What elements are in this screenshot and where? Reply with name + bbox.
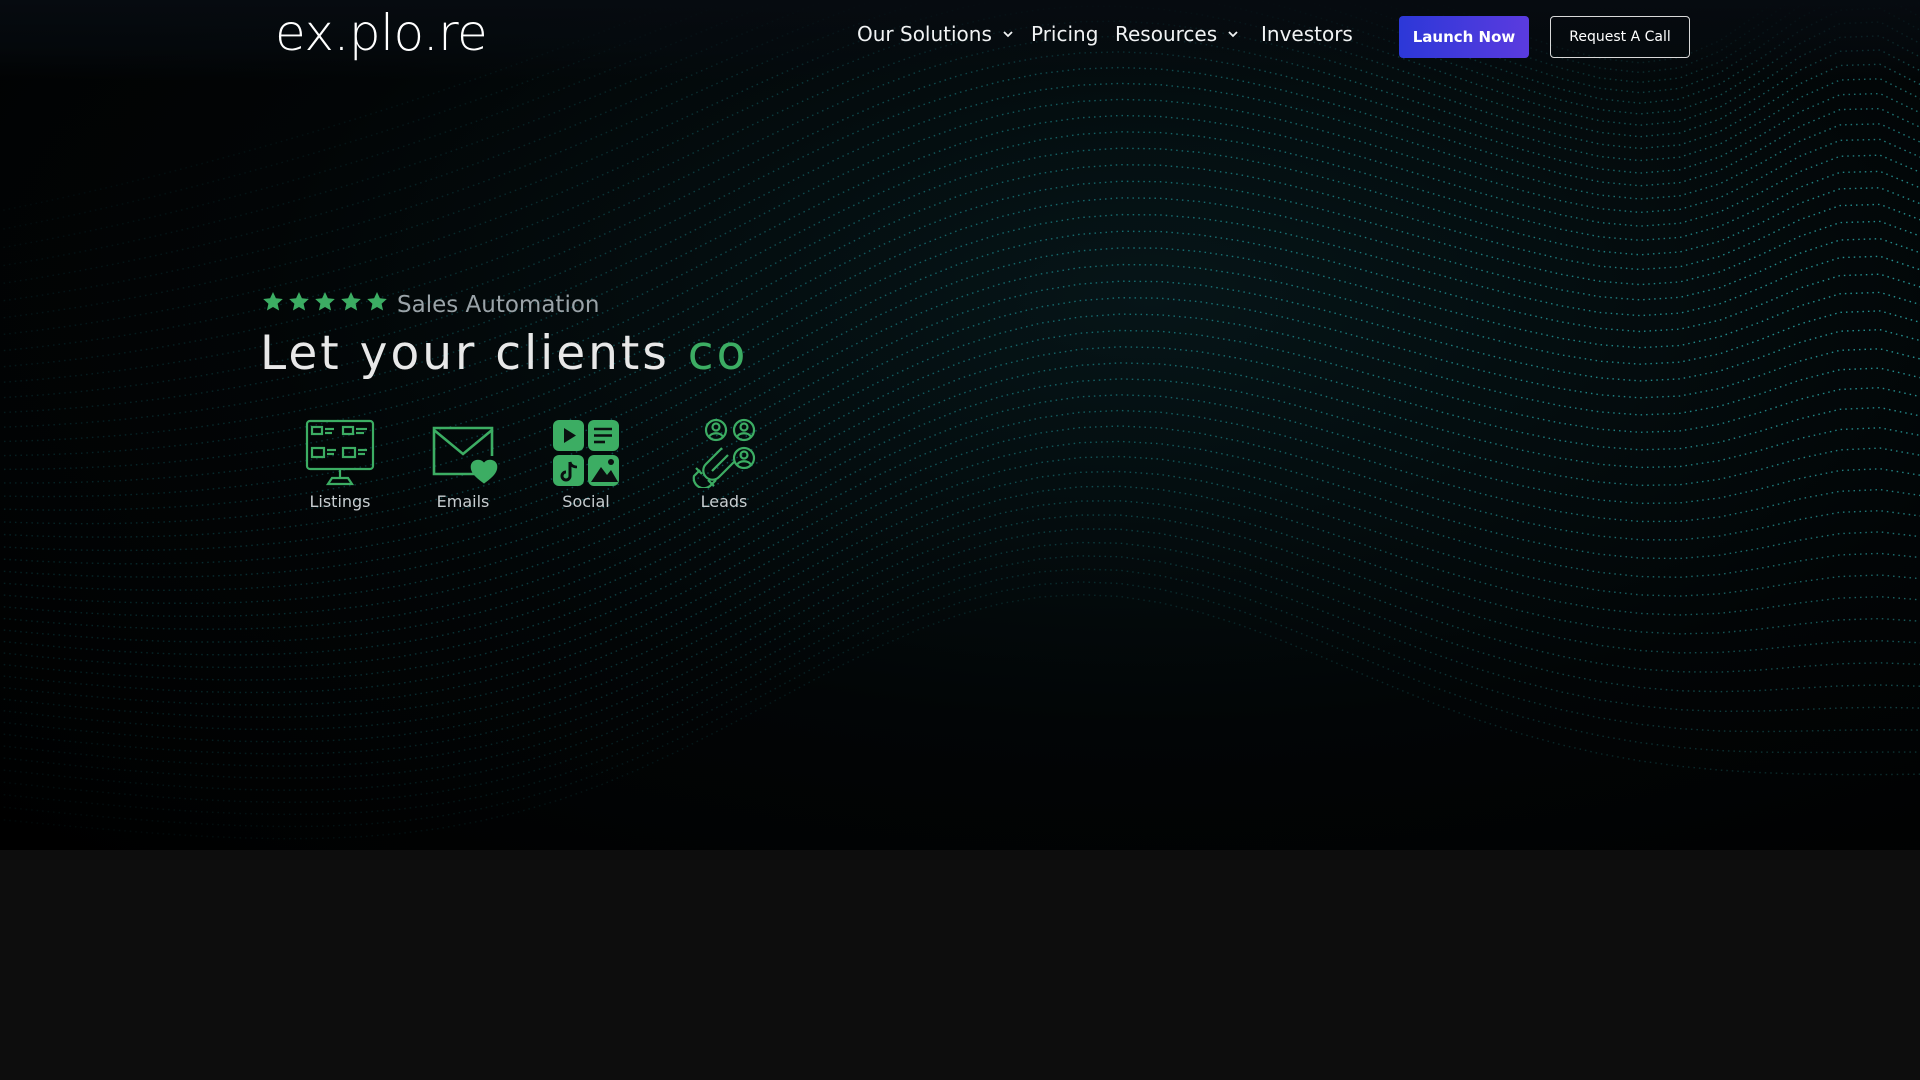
nav-label: Resources <box>1115 22 1218 46</box>
logo[interactable]: ex.plo.re <box>275 4 488 62</box>
feature-label: Social <box>562 492 610 511</box>
star-icon <box>315 292 335 311</box>
star-icon <box>289 292 309 311</box>
nav-label: Pricing <box>1031 22 1099 46</box>
wave-line <box>0 541 1920 791</box>
nav-label: Investors <box>1261 22 1353 46</box>
star-rating <box>261 290 389 314</box>
nav-our-solutions[interactable]: Our Solutions <box>857 22 1014 46</box>
headline-accent-text: co <box>687 326 749 381</box>
headline-text: Let your clients <box>260 326 670 381</box>
wave-line <box>0 593 1920 840</box>
feature-leads[interactable]: Leads <box>669 418 779 511</box>
star-icon <box>263 292 283 311</box>
wave-line <box>0 514 1920 767</box>
request-call-button[interactable]: Request A Call <box>1550 16 1690 58</box>
nav-investors[interactable]: Investors <box>1261 22 1353 46</box>
wave-line <box>0 555 1920 804</box>
hero-headline: Let your clients co <box>260 326 748 381</box>
chevron-down-icon <box>1003 31 1013 38</box>
feature-social[interactable]: Social <box>531 418 641 511</box>
feature-label: Emails <box>436 492 490 511</box>
envelope-heart-icon <box>432 426 498 484</box>
feature-label: Listings <box>309 492 371 511</box>
nav-resources[interactable]: Resources <box>1115 22 1239 46</box>
wave-line <box>0 114 1920 443</box>
wave-line <box>0 568 1920 816</box>
star-icon <box>367 292 387 311</box>
social-media-icon <box>553 420 619 486</box>
nav-pricing[interactable]: Pricing <box>1031 22 1098 46</box>
monitor-listings-icon <box>305 419 375 486</box>
feature-emails[interactable]: Emails <box>408 418 518 511</box>
site-header: ex.plo.re Our Solutions Pricing Resource… <box>0 0 1920 80</box>
magnet-leads-icon <box>692 418 756 488</box>
star-icon <box>341 292 361 311</box>
hero-tagline: Sales Automation <box>397 292 600 318</box>
chevron-down-icon <box>1228 31 1238 38</box>
launch-now-button[interactable]: Launch Now <box>1399 16 1529 58</box>
feature-label: Leads <box>700 492 748 511</box>
wave-line <box>0 35 1920 368</box>
lower-section <box>0 850 1920 1080</box>
nav-label: Our Solutions <box>857 22 992 46</box>
wave-line <box>0 528 1920 779</box>
feature-listings[interactable]: Listings <box>285 418 395 511</box>
